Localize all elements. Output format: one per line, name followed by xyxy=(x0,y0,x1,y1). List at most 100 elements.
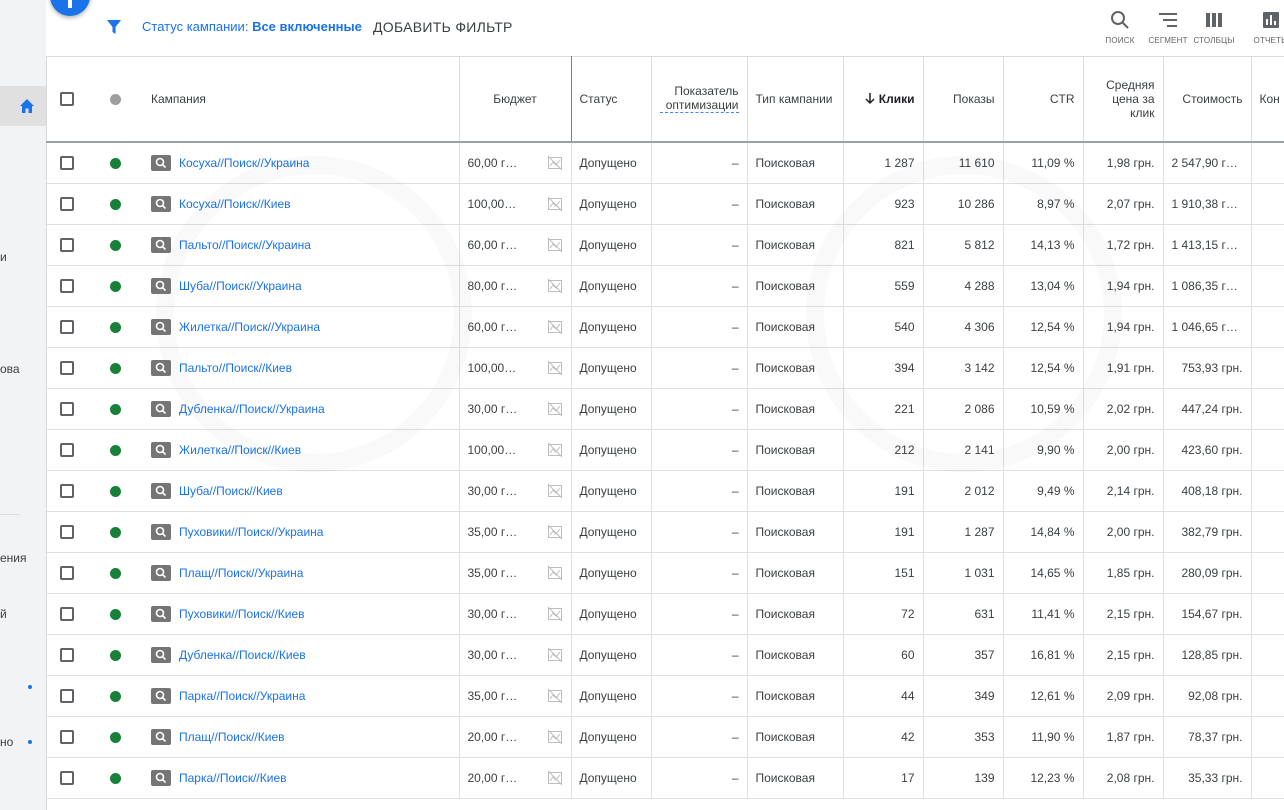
budget-cell[interactable]: 35,00 грн. xyxy=(458,511,572,553)
budget-cell[interactable]: 30,00 грн. xyxy=(458,388,572,430)
row-checkbox[interactable] xyxy=(59,483,74,498)
row-checkbox[interactable] xyxy=(59,360,74,375)
enabled-status-dot-icon[interactable] xyxy=(109,321,121,333)
sidebar-item-label-fragment[interactable]: ова xyxy=(0,362,20,376)
campaign-name-link[interactable]: Пуховики//Поиск//Украина xyxy=(179,525,323,539)
budget-cell[interactable]: 30,00 грн. xyxy=(458,634,572,676)
table-row[interactable]: Косуха//Поиск//Украина 60,00 грн. Допущено… xyxy=(46,142,1284,184)
row-checkbox[interactable] xyxy=(59,647,74,662)
no-chart-icon[interactable] xyxy=(547,524,563,540)
reports-button[interactable]: ОТЧЕТЫ xyxy=(1246,10,1284,45)
row-checkbox[interactable] xyxy=(59,729,74,744)
row-checkbox[interactable] xyxy=(59,196,74,211)
row-checkbox[interactable] xyxy=(59,565,74,580)
no-chart-icon[interactable] xyxy=(547,770,563,786)
budget-cell[interactable]: 100,00 грн. xyxy=(458,429,572,471)
no-chart-icon[interactable] xyxy=(547,319,563,335)
column-header-conversions[interactable]: Кон xyxy=(1251,56,1284,143)
column-header-optimization-score[interactable]: Показатель оптимизации xyxy=(651,56,748,143)
column-header-ctr[interactable]: CTR xyxy=(1003,56,1084,143)
table-row[interactable]: Плащ//Поиск//Украина 35,00 грн. Допущено – П… xyxy=(46,552,1284,594)
column-header-campaign[interactable]: Кампания xyxy=(143,56,460,143)
no-chart-icon[interactable] xyxy=(547,278,563,294)
row-checkbox[interactable] xyxy=(59,606,74,621)
status-filter-dot-icon[interactable] xyxy=(109,93,121,105)
columns-button[interactable]: СТОЛБЦЫ xyxy=(1189,10,1239,45)
table-row[interactable]: Шуба//Поиск//Киев 30,00 грн. Допущено – Поис… xyxy=(46,470,1284,512)
campaign-name-link[interactable]: Жилетка//Поиск//Украина xyxy=(179,320,320,334)
sidebar-item-label-fragment[interactable]: й xyxy=(0,607,7,621)
no-chart-icon[interactable] xyxy=(547,729,563,745)
row-checkbox[interactable] xyxy=(59,237,74,252)
budget-cell[interactable]: 30,00 грн. xyxy=(458,470,572,512)
campaign-name-link[interactable]: Жилетка//Поиск//Киев xyxy=(179,443,301,457)
table-row[interactable]: Пальто//Поиск//Украина 60,00 грн. Допущено… xyxy=(46,224,1284,266)
enabled-status-dot-icon[interactable] xyxy=(109,567,121,579)
no-chart-icon[interactable] xyxy=(547,565,563,581)
column-header-cost[interactable]: Стоимость xyxy=(1163,56,1252,143)
enabled-status-dot-icon[interactable] xyxy=(109,403,121,415)
row-checkbox[interactable] xyxy=(59,156,74,171)
row-checkbox[interactable] xyxy=(59,524,74,539)
budget-cell[interactable]: 20,00 грн. xyxy=(458,757,572,799)
table-row[interactable]: Пуховики//Поиск//Киев 30,00 грн. Допущено –… xyxy=(46,593,1284,635)
campaign-name-link[interactable]: Пальто//Поиск//Киев xyxy=(179,361,292,375)
column-header-impressions[interactable]: Показы xyxy=(923,56,1004,143)
column-header-avg-cpc[interactable]: Средняя цена за клик xyxy=(1083,56,1164,143)
column-header-status[interactable]: Статус xyxy=(571,56,652,143)
row-checkbox[interactable] xyxy=(59,688,74,703)
no-chart-icon[interactable] xyxy=(547,688,563,704)
search-button[interactable]: ПОИСК xyxy=(1095,10,1145,45)
row-checkbox[interactable] xyxy=(59,770,74,785)
campaign-status-filter-chip[interactable]: Статус кампании: Все включенные xyxy=(142,19,362,34)
campaign-name-link[interactable]: Пальто//Поиск//Украина xyxy=(179,238,311,252)
budget-cell[interactable]: 30,00 грн. xyxy=(458,593,572,635)
campaign-name-link[interactable]: Парка//Поиск//Украина xyxy=(179,689,305,703)
add-filter-button[interactable]: ДОБАВИТЬ ФИЛЬТР xyxy=(373,19,513,35)
segment-button[interactable]: СЕГМЕНТ xyxy=(1143,10,1193,45)
row-checkbox[interactable] xyxy=(59,442,74,457)
table-row[interactable]: Парка//Поиск//Киев 20,00 грн. Допущено – Пои… xyxy=(46,757,1284,799)
campaign-name-link[interactable]: Шуба//Поиск//Украина xyxy=(179,279,302,293)
sidebar-item-overview[interactable] xyxy=(0,86,46,126)
column-header-budget[interactable]: Бюджет xyxy=(458,56,572,143)
table-row[interactable]: Пуховики//Поиск//Украина 35,00 грн. Допуще… xyxy=(46,511,1284,553)
campaign-name-link[interactable]: Пуховики//Поиск//Киев xyxy=(179,607,305,621)
budget-cell[interactable]: 60,00 грн. xyxy=(458,142,572,184)
column-header-clicks[interactable]: Клики xyxy=(843,56,924,143)
enabled-status-dot-icon[interactable] xyxy=(109,198,121,210)
budget-cell[interactable]: 60,00 грн. xyxy=(458,306,572,348)
campaign-name-link[interactable]: Косуха//Поиск//Киев xyxy=(179,197,291,211)
no-chart-icon[interactable] xyxy=(547,196,563,212)
enabled-status-dot-icon[interactable] xyxy=(109,280,121,292)
row-checkbox[interactable] xyxy=(59,401,74,416)
table-row[interactable]: Шуба//Поиск//Украина 80,00 грн. Допущено – П… xyxy=(46,265,1284,307)
table-row[interactable]: Пальто//Поиск//Киев 100,00 грн. Допущено–П… xyxy=(46,347,1284,389)
enabled-status-dot-icon[interactable] xyxy=(109,158,121,170)
budget-cell[interactable]: 60,00 грн. xyxy=(458,224,572,266)
enabled-status-dot-icon[interactable] xyxy=(109,239,121,251)
budget-cell[interactable]: 100,00 грн. xyxy=(458,347,572,389)
campaign-name-link[interactable]: Дубленка//Поиск//Украина xyxy=(179,402,325,416)
campaign-name-link[interactable]: Парка//Поиск//Киев xyxy=(179,771,287,785)
budget-cell[interactable]: 35,00 грн. xyxy=(458,552,572,594)
enabled-status-dot-icon[interactable] xyxy=(109,649,121,661)
enabled-status-dot-icon[interactable] xyxy=(109,731,121,743)
filter-icon[interactable] xyxy=(106,19,122,35)
enabled-status-dot-icon[interactable] xyxy=(109,772,121,784)
select-all-checkbox[interactable] xyxy=(59,91,74,106)
table-row[interactable]: Жилетка//Поиск//Украина 60,00 грн. Допущен… xyxy=(46,306,1284,348)
enabled-status-dot-icon[interactable] xyxy=(109,485,121,497)
budget-cell[interactable]: 20,00 грн. xyxy=(458,716,572,758)
campaign-name-link[interactable]: Шуба//Поиск//Киев xyxy=(179,484,283,498)
no-chart-icon[interactable] xyxy=(547,360,563,376)
budget-cell[interactable]: 80,00 грн. xyxy=(458,265,572,307)
table-row[interactable]: Дубленка//Поиск//Киев 30,00 грн. Допущено –… xyxy=(46,634,1284,676)
campaign-name-link[interactable]: Плащ//Поиск//Киев xyxy=(179,730,285,744)
budget-cell[interactable]: 100,00 грн. xyxy=(458,183,572,225)
table-row[interactable]: Косуха//Поиск//Киев 100,00 грн. Допущено–П… xyxy=(46,183,1284,225)
sidebar-item-label-fragment[interactable]: но xyxy=(0,735,13,749)
enabled-status-dot-icon[interactable] xyxy=(109,608,121,620)
sidebar-item-label-fragment[interactable]: ения xyxy=(0,551,27,565)
enabled-status-dot-icon[interactable] xyxy=(109,362,121,374)
